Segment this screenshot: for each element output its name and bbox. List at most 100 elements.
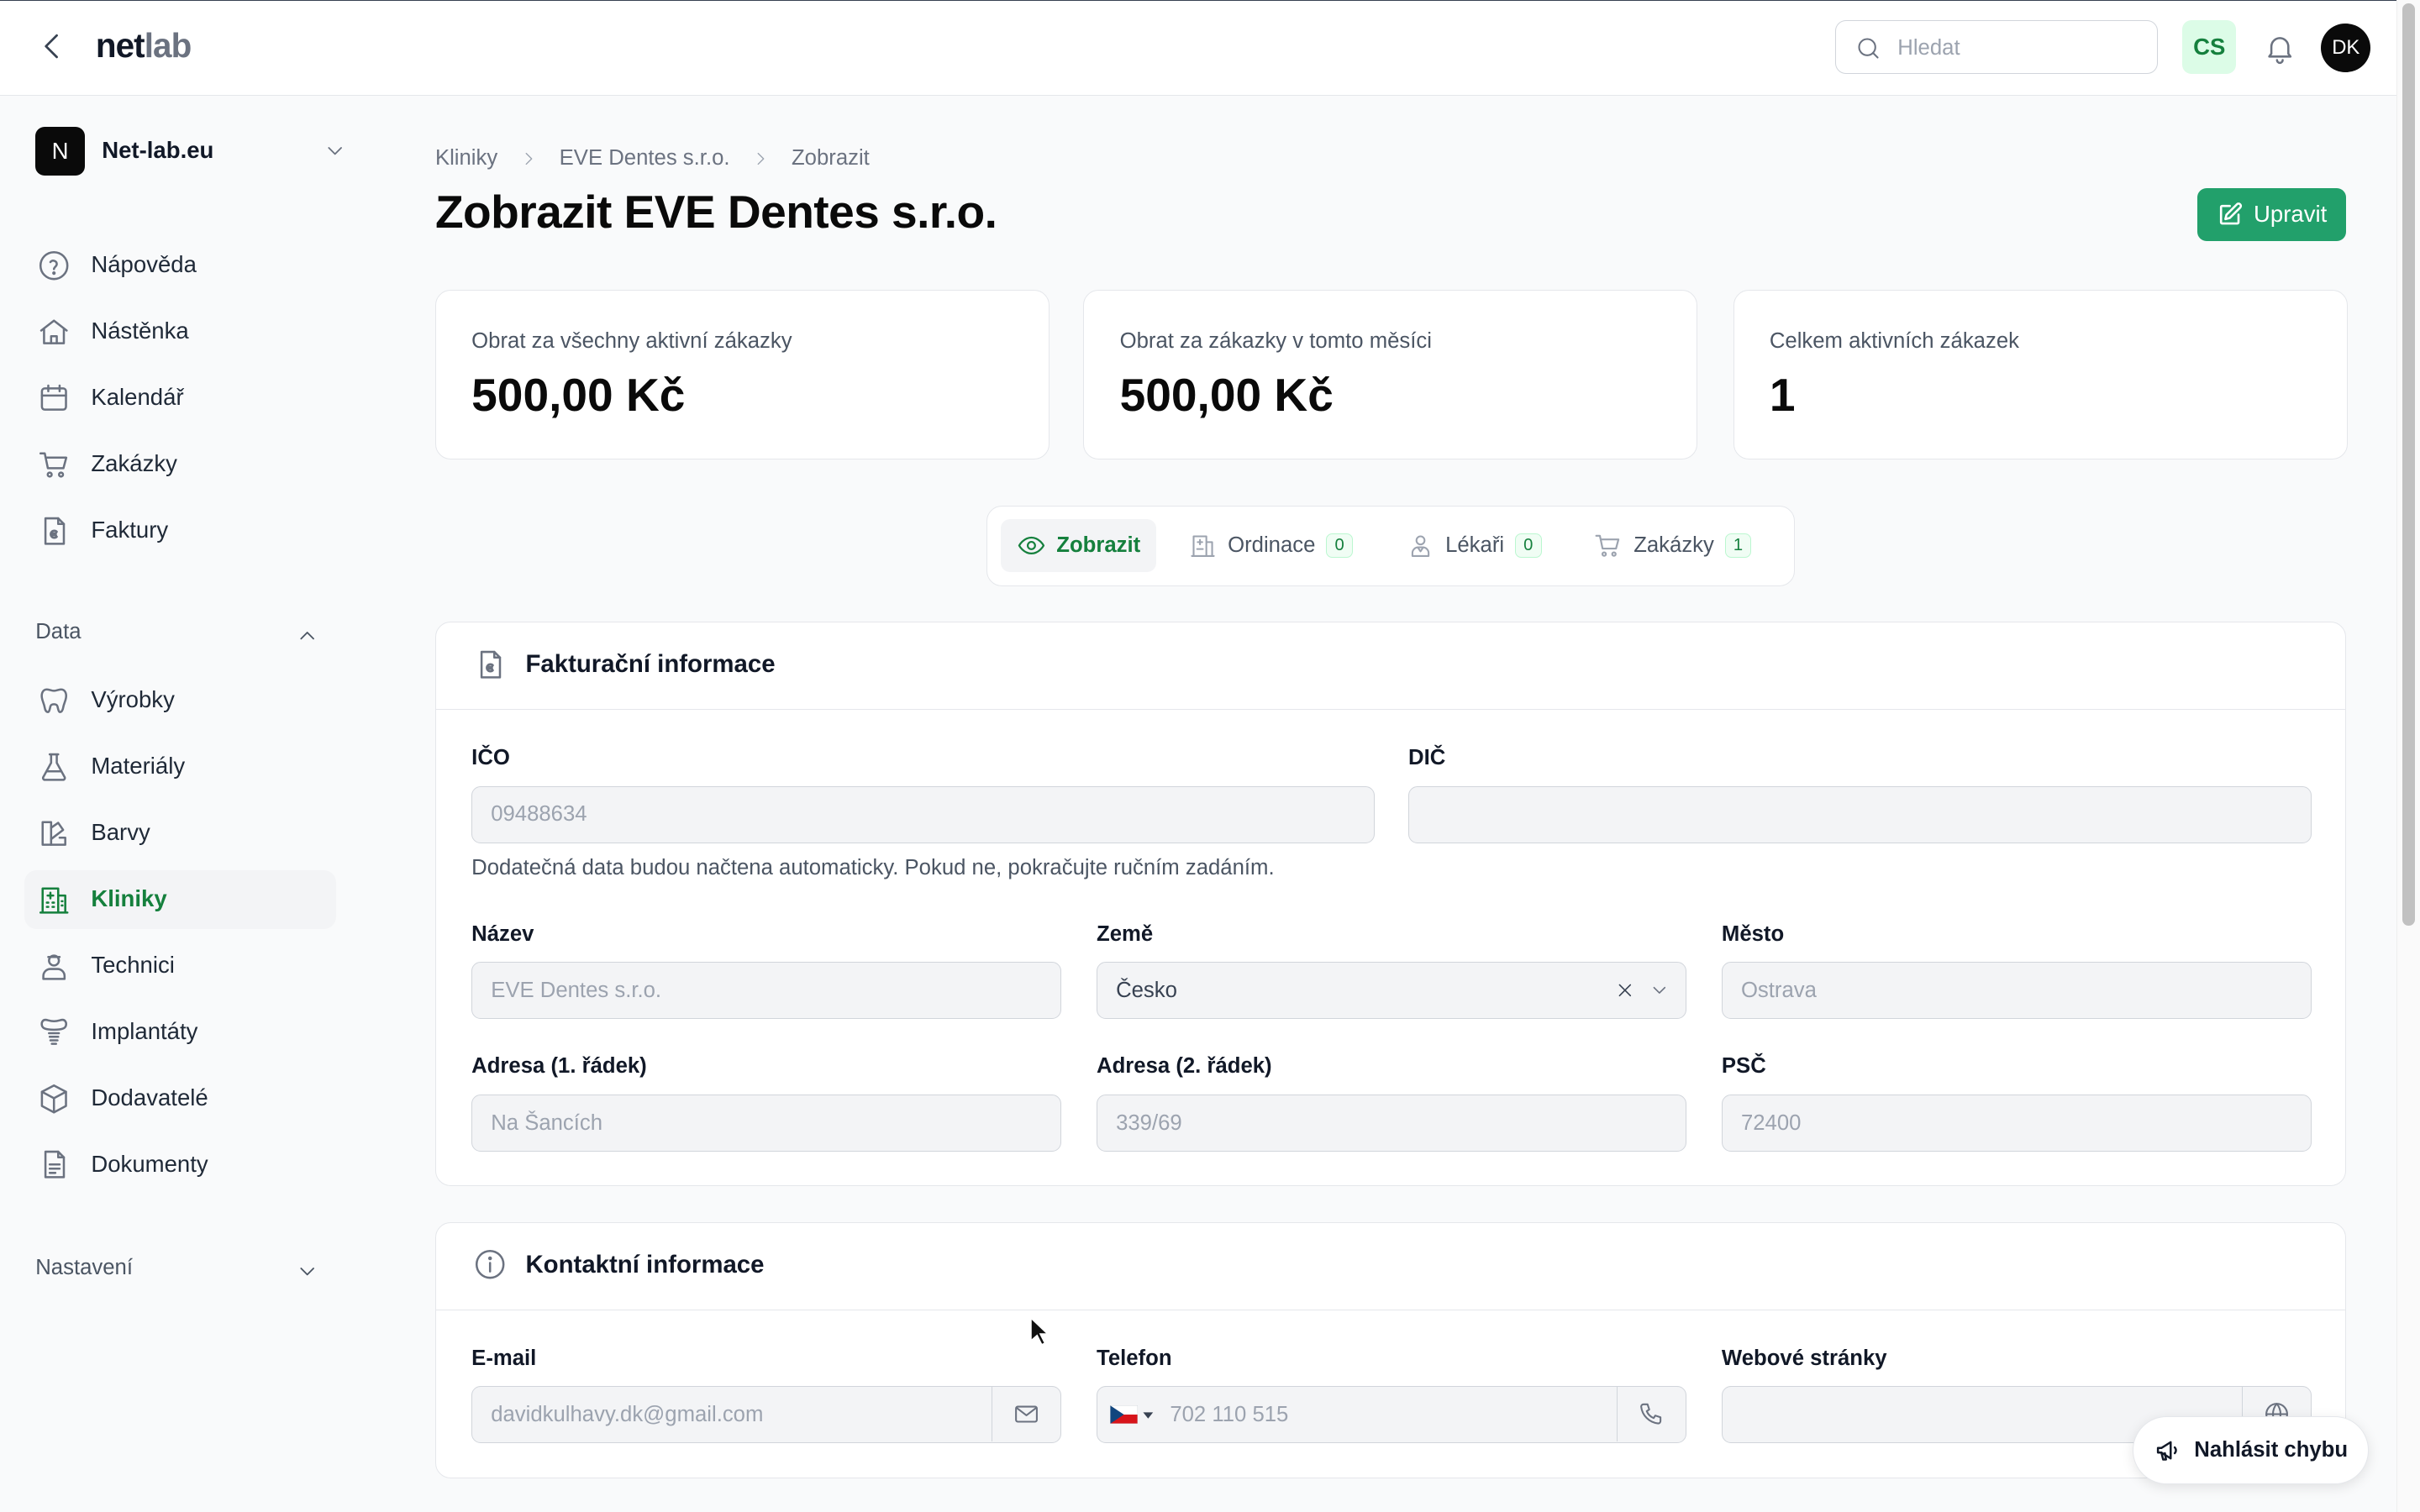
- breadcrumb-current: Zobrazit: [791, 146, 870, 171]
- country-value: Česko: [1116, 978, 1177, 1002]
- sidebar-item-suppliers[interactable]: Dodavatelé: [24, 1069, 336, 1128]
- doctor-icon: [1412, 535, 1430, 557]
- chevron-down-icon: [300, 1267, 314, 1276]
- edit-button[interactable]: Upravit: [2197, 188, 2346, 241]
- sidebar-item-implants[interactable]: Implantáty: [24, 1003, 336, 1062]
- tab-offices[interactable]: Ordinace 0: [1174, 519, 1368, 571]
- search-icon: [1858, 38, 1879, 59]
- tooth-icon: [40, 688, 68, 713]
- country-label: Země: [1097, 921, 1154, 946]
- page-title: Zobrazit EVE Dentes s.r.o.: [434, 186, 997, 239]
- contact-info-card: Kontaktní informace E-mail davidkulhavy.…: [434, 1221, 2346, 1478]
- tab-bar: Zobrazit Ordinace 0 Lékaři 0 Zakázky 1: [986, 506, 1796, 586]
- country-select[interactable]: Česko: [1097, 962, 1686, 1020]
- stat-card-active-orders: Celkem aktivních zákazek 1: [1733, 290, 2348, 460]
- invoice-icon: [480, 650, 502, 679]
- chevron-down-icon[interactable]: [1649, 979, 1670, 1001]
- app-logo[interactable]: netlab: [96, 26, 192, 66]
- sidebar-item-colors[interactable]: Barvy: [24, 804, 336, 863]
- sidebar-item-calendar[interactable]: Kalendář: [24, 369, 336, 428]
- breadcrumb-clinic[interactable]: EVE Dentes s.r.o.: [560, 146, 730, 171]
- phone-value: 702 110 515: [1170, 1402, 1289, 1426]
- sidebar-item-dashboard[interactable]: Nástěnka: [24, 302, 336, 361]
- dic-field[interactable]: [1408, 785, 2312, 843]
- phone-field[interactable]: 702 110 515: [1097, 1386, 1686, 1444]
- info-icon: [475, 1249, 505, 1279]
- sidebar-item-materials[interactable]: Materiály: [24, 738, 336, 796]
- invoice-icon: [44, 517, 66, 545]
- notifications-button[interactable]: [2263, 31, 2296, 65]
- name-field[interactable]: EVE Dentes s.r.o.: [471, 962, 1061, 1020]
- chevron-up-icon: [300, 632, 314, 640]
- chevron-left-icon: [45, 34, 59, 59]
- phone-icon: [1639, 1403, 1661, 1425]
- scrollbar-thumb[interactable]: [2402, 3, 2415, 927]
- chevron-right-icon: [757, 152, 765, 165]
- sidebar-item-invoices[interactable]: Faktury: [24, 501, 336, 560]
- sidebar-item-products[interactable]: Výrobky: [24, 671, 336, 730]
- clear-icon[interactable]: [1614, 979, 1636, 1001]
- tab-count-badge: 0: [1514, 533, 1542, 558]
- tab-overview[interactable]: Zobrazit: [1001, 519, 1156, 572]
- email-addon: [991, 1387, 1060, 1441]
- stat-card-total-revenue: Obrat za všechny aktivní zákazky 500,00 …: [434, 290, 1050, 460]
- phone-addon: [1616, 1387, 1686, 1441]
- address1-label: Adresa (1. řádek): [471, 1054, 647, 1079]
- box-icon: [40, 1084, 67, 1113]
- city-field[interactable]: Ostrava: [1721, 962, 2312, 1020]
- address1-field[interactable]: Na Šancích: [471, 1095, 1061, 1152]
- search-box[interactable]: [1834, 19, 2158, 75]
- search-input[interactable]: [1894, 29, 2148, 67]
- card-header: Kontaktní informace: [435, 1223, 2345, 1310]
- sidebar-item-help[interactable]: Nápověda: [24, 236, 336, 295]
- org-avatar: N: [35, 126, 85, 176]
- org-name: Net-lab.eu: [102, 137, 214, 164]
- email-field[interactable]: davidkulhavy.dk@gmail.com: [471, 1386, 1061, 1444]
- swatch-icon: [41, 821, 66, 846]
- report-bug-button[interactable]: Nahlásit chybu: [2133, 1416, 2370, 1484]
- sidebar-section-data[interactable]: Data: [35, 616, 329, 653]
- tab-orders[interactable]: Zakázky 1: [1578, 519, 1767, 571]
- flask-icon: [42, 753, 66, 781]
- sidebar-item-documents[interactable]: Dokumenty: [24, 1136, 336, 1194]
- language-switcher[interactable]: CS: [2182, 19, 2237, 75]
- technician-icon: [42, 953, 66, 980]
- megaphone-icon: [2156, 1441, 2177, 1461]
- country-flag-select[interactable]: [1109, 1405, 1155, 1425]
- calendar-icon: [40, 384, 67, 411]
- organization-switcher[interactable]: N Net-lab.eu: [35, 126, 360, 176]
- home-icon: [39, 319, 68, 344]
- breadcrumb: Kliniky EVE Dentes s.r.o. Zobrazit: [435, 146, 870, 171]
- sidebar-item-orders[interactable]: Zakázky: [24, 435, 336, 494]
- billing-info-card: Fakturační informace IČO 09488634 DIČ Do…: [434, 622, 2346, 1187]
- address2-field[interactable]: 339/69: [1097, 1095, 1686, 1152]
- implant-icon: [40, 1018, 68, 1045]
- back-button[interactable]: [34, 28, 71, 65]
- tab-doctors[interactable]: Lékaři 0: [1392, 519, 1557, 571]
- stat-card-month-revenue: Obrat za zákazky v tomto měsíci 500,00 K…: [1083, 290, 1698, 460]
- tab-count-badge: 0: [1326, 533, 1353, 558]
- hospital-icon: [39, 887, 69, 914]
- breadcrumb-clinics[interactable]: Kliniky: [435, 146, 497, 171]
- cursor-arrow-icon: [1029, 1315, 1050, 1346]
- caret-down-icon: [1143, 1412, 1154, 1419]
- city-label: Město: [1721, 921, 1785, 946]
- user-avatar[interactable]: DK: [2321, 23, 2371, 73]
- website-label: Webové stránky: [1721, 1346, 1887, 1370]
- email-value: davidkulhavy.dk@gmail.com: [491, 1402, 764, 1426]
- bell-icon: [2267, 36, 2291, 64]
- ico-field[interactable]: 09488634: [471, 785, 1375, 843]
- name-label: Název: [471, 921, 534, 946]
- cart-icon: [1595, 534, 1620, 557]
- mouse-cursor: [1029, 1315, 1051, 1347]
- page-scrollbar[interactable]: [2396, 0, 2420, 1512]
- sidebar-item-technicians[interactable]: Technici: [24, 937, 336, 995]
- chevron-down-icon: [328, 147, 342, 155]
- czech-flag-icon: [1109, 1405, 1138, 1425]
- zip-field[interactable]: 72400: [1721, 1095, 2312, 1152]
- help-circle-icon: [39, 250, 69, 281]
- sidebar-item-clinics[interactable]: Kliniky: [24, 869, 337, 929]
- document-icon: [44, 1151, 66, 1179]
- sidebar-section-settings[interactable]: Nastavení: [35, 1252, 329, 1289]
- tab-count-badge: 1: [1724, 533, 1752, 558]
